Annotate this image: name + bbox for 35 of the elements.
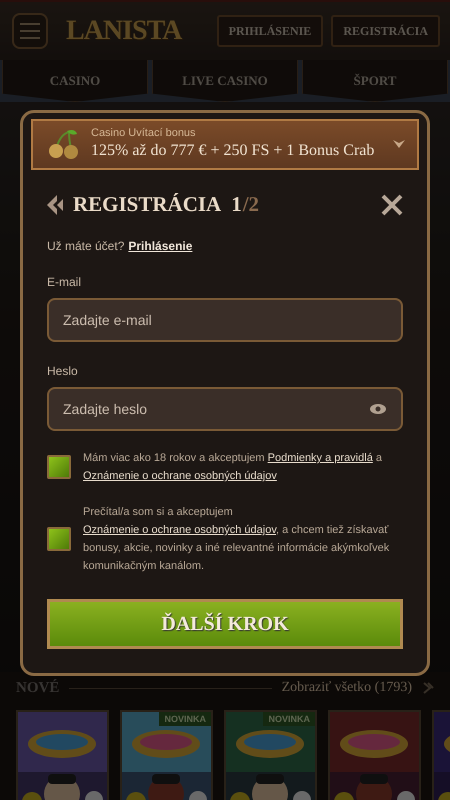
checkbox[interactable] bbox=[47, 527, 71, 551]
menu-button[interactable] bbox=[12, 13, 48, 49]
dialog-title: REGISTRÁCIA bbox=[73, 192, 222, 217]
chevron-right-icon bbox=[422, 681, 434, 695]
field-label: Heslo bbox=[47, 364, 79, 378]
nav-tab[interactable]: CASINO bbox=[2, 60, 148, 102]
bonus-caption: Casino Uvítací bonus bbox=[91, 127, 197, 139]
logo[interactable]: LANISTA bbox=[66, 15, 182, 47]
eye-icon bbox=[369, 403, 387, 415]
nav-tab[interactable]: LIVE CASINO bbox=[152, 60, 298, 102]
register-button[interactable]: REGISTRÁCIA bbox=[331, 15, 440, 47]
view-all-link[interactable]: Zobraziť všetko (1793) bbox=[282, 680, 412, 696]
next-step-button[interactable]: ĎALŠÍ KROK bbox=[47, 599, 403, 649]
password-field[interactable]: Zadajte heslo bbox=[47, 387, 403, 431]
consent-text: Prečítal/a som si a akceptujem Oznámenie o ochrane osobných údajov, a chcem tiež získavať bonusy, akcie, novinky a iné relevantné informácie akýmkoľvek komunikačným kanálom. bbox=[83, 505, 390, 574]
consent-link[interactable]: Oznámenie o ochrane osobných údajov bbox=[83, 470, 277, 482]
nav-tab[interactable]: ŠPORT bbox=[302, 60, 448, 102]
step-number: 1 bbox=[231, 192, 242, 217]
step-total: /2 bbox=[242, 192, 260, 217]
consent-text: Mám viac ako 18 rokov a akceptujem Podmienky a pravidlá a Oznámenie o ochrane osobných údajov bbox=[83, 451, 383, 484]
login-link[interactable]: Prihlásenie bbox=[128, 239, 192, 253]
new-badge: NOVINKA bbox=[159, 712, 211, 726]
cherries-icon bbox=[47, 128, 81, 160]
email-field[interactable]: Zadajte e-mail bbox=[47, 298, 403, 342]
bonus-offer: 125% až do 777 € + 250 FS + 1 Bonus Crab bbox=[91, 142, 376, 160]
consent-link[interactable]: Oznámenie o ochrane osobných údajov bbox=[83, 524, 276, 536]
checkbox[interactable] bbox=[47, 455, 71, 479]
account-prompt: Už máte účet? bbox=[47, 239, 124, 253]
consent-link[interactable]: Podmienky a pravidlá bbox=[268, 452, 373, 464]
back-button[interactable] bbox=[47, 194, 63, 214]
field-label: E-mail bbox=[47, 275, 82, 289]
login-button[interactable]: PRIHLÁSENIE bbox=[216, 15, 324, 47]
close-button[interactable] bbox=[381, 194, 403, 216]
new-badge: NOVINKA bbox=[263, 712, 315, 726]
bonus-banner[interactable]: Casino Uvítací bonus 125% až do 777 € + 250 FS + 1 Bonus Crab bbox=[31, 119, 419, 170]
